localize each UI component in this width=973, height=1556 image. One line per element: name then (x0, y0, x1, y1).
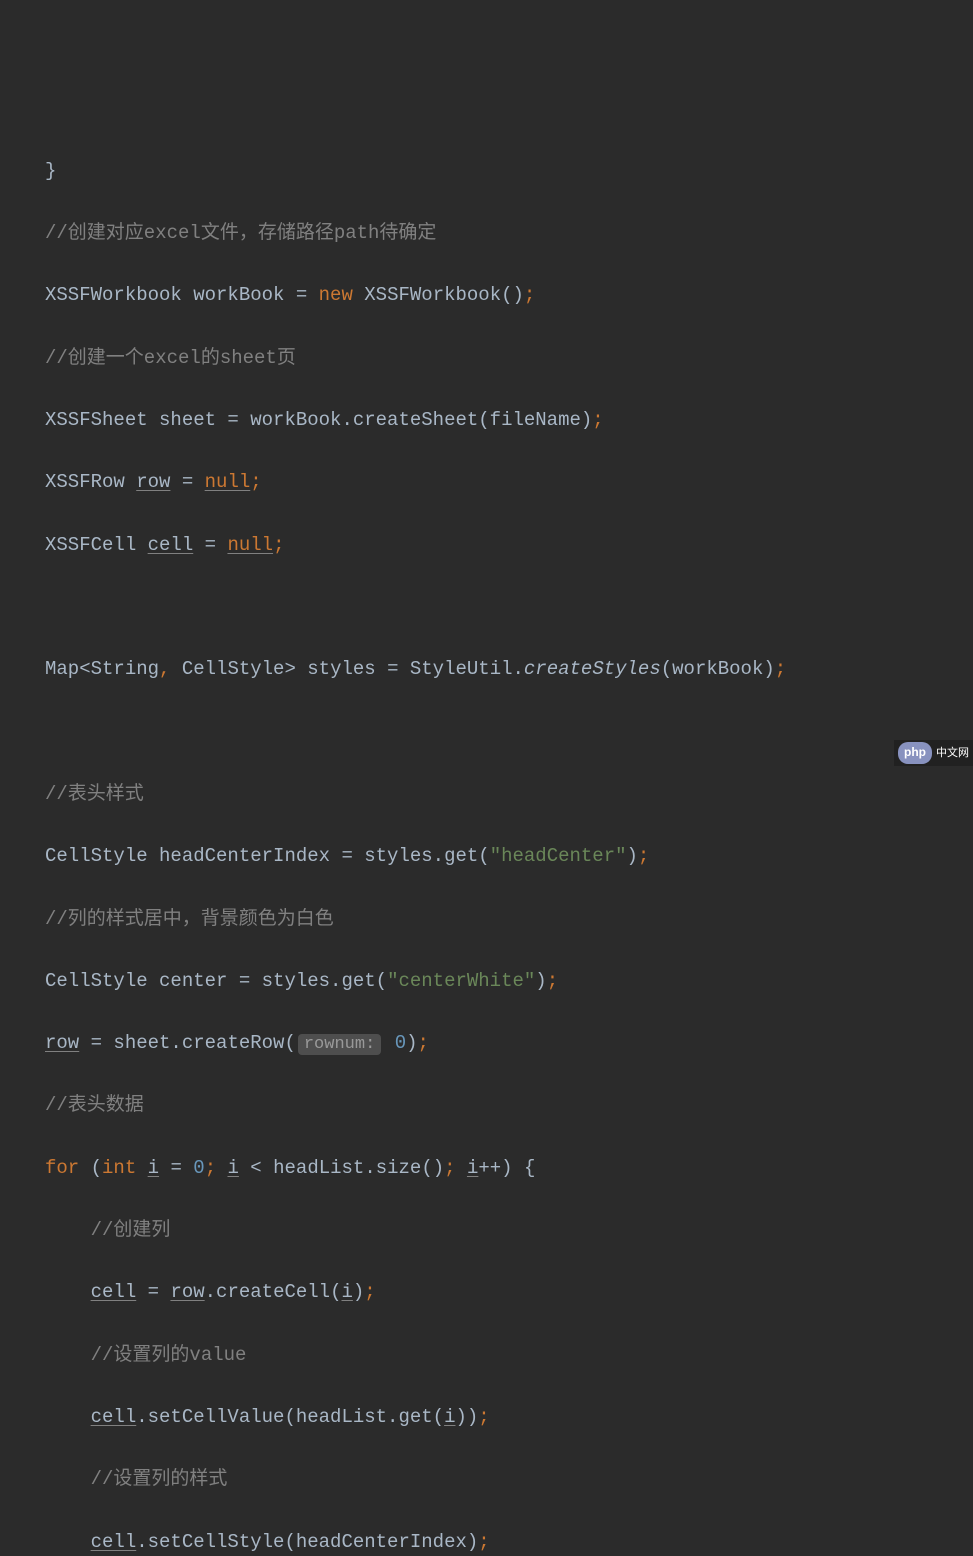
keyword-new: new (319, 284, 353, 306)
semicolon: ; (524, 284, 535, 306)
code-text: CellStyle headCenterIndex = styles.get( (45, 845, 490, 867)
code-text: = (136, 1281, 170, 1303)
code-editor: } //创建对应excel文件，存储路径path待确定 XSSFWorkbook… (45, 125, 973, 1556)
var-i: i (467, 1157, 478, 1179)
var-cell: cell (91, 1531, 137, 1553)
code-comment: //表头样式 (45, 779, 973, 810)
code-line: cell = row.createCell(i); (45, 1277, 973, 1308)
code-text: (workBook) (661, 658, 775, 680)
code-line: //创建列 (45, 1215, 973, 1246)
code-text: ) (406, 1032, 417, 1054)
code-text: < headList.size() (239, 1157, 444, 1179)
parameter-hint: rownum: (298, 1034, 381, 1055)
code-line: CellStyle center = styles.get("centerWhi… (45, 966, 973, 997)
code-text: CellStyle> styles = StyleUtil. (170, 658, 523, 680)
var-i: i (148, 1157, 159, 1179)
code-line: XSSFRow row = null; (45, 467, 973, 498)
semicolon: ; (364, 1281, 375, 1303)
comma: , (159, 658, 170, 680)
code-text: ) (353, 1281, 364, 1303)
empty-line (45, 717, 973, 748)
semicolon: ; (478, 1531, 489, 1553)
code-line: Map<String, CellStyle> styles = StyleUti… (45, 654, 973, 685)
watermark: php 中文网 (894, 740, 973, 766)
code-text: XSSFRow (45, 471, 136, 493)
code-text: ( (79, 1157, 102, 1179)
code-comment: //列的样式居中，背景颜色为白色 (45, 904, 973, 935)
code-text: = (159, 1157, 193, 1179)
string-literal: "headCenter" (490, 845, 627, 867)
empty-line (45, 592, 973, 623)
code-comment: //设置列的value (91, 1344, 247, 1366)
var-row: row (45, 1032, 79, 1054)
var-cell: cell (91, 1406, 137, 1428)
semicolon: ; (775, 658, 786, 680)
code-text: XSSFWorkbook() (353, 284, 524, 306)
code-comment: //创建一个excel的sheet页 (45, 343, 973, 374)
semicolon: ; (205, 1157, 216, 1179)
semicolon: ; (273, 534, 284, 556)
semicolon: ; (444, 1157, 455, 1179)
keyword-for: for (45, 1157, 79, 1179)
code-text: )) (455, 1406, 478, 1428)
code-comment: //设置列的样式 (91, 1468, 228, 1490)
number-literal: 0 (395, 1032, 406, 1054)
code-text: XSSFWorkbook workBook = (45, 284, 319, 306)
string-literal: "centerWhite" (387, 970, 535, 992)
code-text: = (170, 471, 204, 493)
php-logo: php (898, 742, 932, 764)
code-text: .createCell( (205, 1281, 342, 1303)
code-text: .setCellValue(headList.get( (136, 1406, 444, 1428)
code-text: ) (535, 970, 546, 992)
code-text: = (193, 534, 227, 556)
semicolon: ; (638, 845, 649, 867)
code-line: for (int i = 0; i < headList.size(); i++… (45, 1153, 973, 1184)
var-i: i (228, 1157, 239, 1179)
var-i: i (341, 1281, 352, 1303)
number-literal: 0 (193, 1157, 204, 1179)
keyword-int: int (102, 1157, 136, 1179)
var-i: i (444, 1406, 455, 1428)
code-text (216, 1157, 227, 1179)
code-text: ++) { (478, 1157, 535, 1179)
keyword-null: null (205, 471, 251, 493)
var-cell: cell (91, 1281, 137, 1303)
code-line: //设置列的样式 (45, 1464, 973, 1495)
code-text: ) (627, 845, 638, 867)
semicolon: ; (592, 409, 603, 431)
code-text: XSSFSheet sheet = workBook.createSheet(f… (45, 409, 592, 431)
var-row: row (170, 1281, 204, 1303)
code-line: //设置列的value (45, 1340, 973, 1371)
code-text: Map<String (45, 658, 159, 680)
code-text: CellStyle center = styles.get( (45, 970, 387, 992)
code-text: .setCellStyle(headCenterIndex) (136, 1531, 478, 1553)
var-row: row (136, 471, 170, 493)
semicolon: ; (250, 471, 261, 493)
code-line: } (45, 156, 973, 187)
code-text: = sheet.createRow( (79, 1032, 296, 1054)
var-cell: cell (148, 534, 194, 556)
code-line: XSSFCell cell = null; (45, 530, 973, 561)
semicolon: ; (478, 1406, 489, 1428)
code-comment: //创建列 (91, 1219, 171, 1241)
semicolon: ; (547, 970, 558, 992)
code-line: cell.setCellValue(headList.get(i)); (45, 1402, 973, 1433)
code-comment: //表头数据 (45, 1090, 973, 1121)
method-call: createStyles (524, 658, 661, 680)
code-line: cell.setCellStyle(headCenterIndex); (45, 1527, 973, 1556)
code-text: XSSFCell (45, 534, 148, 556)
code-comment: //创建对应excel文件，存储路径path待确定 (45, 218, 973, 249)
code-line: row = sheet.createRow(rownum: 0); (45, 1028, 973, 1059)
code-line: XSSFWorkbook workBook = new XSSFWorkbook… (45, 280, 973, 311)
watermark-text: 中文网 (936, 744, 969, 762)
code-line: CellStyle headCenterIndex = styles.get("… (45, 841, 973, 872)
keyword-null: null (227, 534, 273, 556)
semicolon: ; (418, 1032, 429, 1054)
code-line: XSSFSheet sheet = workBook.createSheet(f… (45, 405, 973, 436)
